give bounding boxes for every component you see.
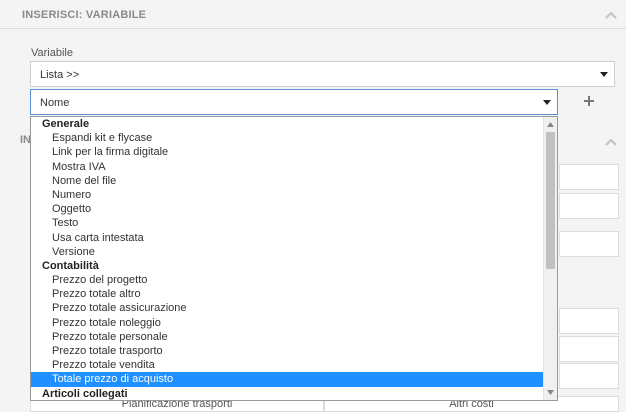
panel-header[interactable]: INSERISCI: VARIABILE [0, 0, 626, 29]
dropdown-option[interactable]: Oggetto [31, 202, 543, 216]
dropdown-option[interactable]: Prezzo totale trasporto [31, 344, 543, 358]
background-field[interactable] [559, 336, 619, 362]
dropdown-option[interactable]: Link per la firma digitale [31, 145, 543, 159]
background-field[interactable] [559, 164, 619, 190]
dropdown-option[interactable]: Prezzo totale noleggio [31, 316, 543, 330]
name-dropdown-list[interactable]: Generale Espandi kit e flycase Link per la… [30, 116, 558, 401]
dropdown-option[interactable]: Testo [31, 216, 543, 230]
background-field[interactable] [559, 193, 619, 219]
dropdown-option[interactable]: Prezzo totale assicurazione [31, 301, 543, 315]
scroll-thumb[interactable] [546, 132, 555, 269]
dropdown-option[interactable]: Mostra IVA [31, 160, 543, 174]
variable-label: Variabile [31, 47, 73, 59]
scroll-down-arrow-icon[interactable] [547, 390, 554, 395]
option-group-label: Generale [42, 118, 90, 130]
name-select-value: Nome [40, 97, 70, 109]
background-field[interactable] [559, 231, 619, 257]
dropdown-option[interactable]: Prezzo totale personale [31, 330, 543, 344]
scroll-up-arrow-icon[interactable] [547, 122, 554, 127]
dropdown-option[interactable]: Versione [31, 245, 543, 259]
dropdown-option[interactable]: Prezzo totale altro [31, 287, 543, 301]
option-group-label: Articoli collegati [42, 387, 128, 400]
dropdown-option[interactable]: Espandi kit e flycase [31, 131, 543, 145]
dropdown-option[interactable]: Nome del file [31, 174, 543, 188]
dropdown-option[interactable]: Numero [31, 188, 543, 202]
dropdown-option[interactable]: Usa carta intestata [31, 231, 543, 245]
dropdown-option[interactable]: Totale prezzo di acquisto [31, 372, 543, 387]
add-button[interactable] [583, 95, 595, 107]
scrollbar[interactable] [543, 117, 557, 400]
dropdown-option[interactable]: Prezzo del progetto [31, 273, 543, 287]
variable-select-value: Lista >> [40, 69, 80, 81]
name-select[interactable]: Nome [30, 89, 558, 115]
dropdown-options: Generale Espandi kit e flycase Link per la… [31, 117, 543, 400]
dropdown-option[interactable]: Prezzo totale vendita [31, 358, 543, 372]
background-field[interactable] [559, 363, 619, 389]
chevron-up-icon[interactable] [605, 11, 617, 19]
caret-down-icon [600, 72, 608, 77]
variable-select[interactable]: Lista >> [30, 61, 615, 87]
panel-title: INSERISCI: VARIABILE [22, 9, 147, 21]
chevron-up-icon[interactable] [605, 138, 617, 146]
option-group-label: Contabilità [42, 259, 99, 272]
background-field[interactable] [559, 308, 619, 334]
caret-down-icon [543, 100, 551, 105]
